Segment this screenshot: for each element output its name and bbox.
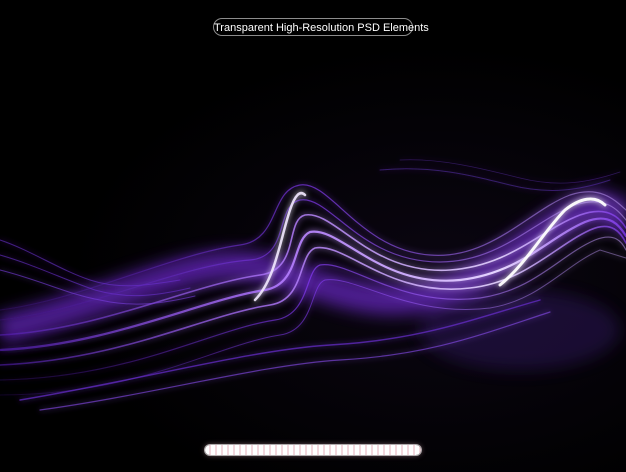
image-canvas: Transparent High-Resolution PSD Elements — [0, 0, 626, 472]
purple-wave-graphic — [0, 159, 626, 411]
bottom-bar-graphic — [205, 445, 421, 455]
